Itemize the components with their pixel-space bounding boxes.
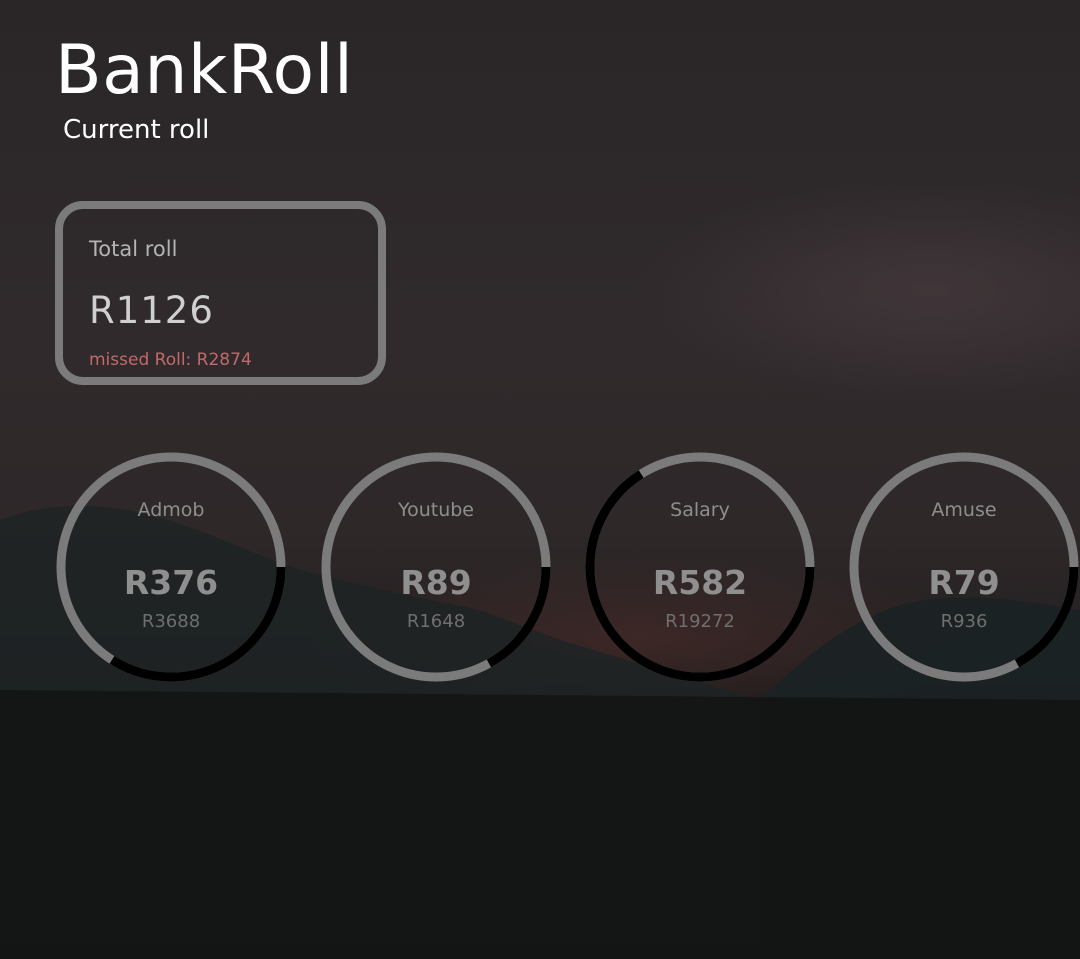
gauge-name: Amuse <box>931 499 997 521</box>
gauge-salary[interactable]: Salary R582 R19272 <box>584 451 816 683</box>
gauge-target: R936 <box>940 611 988 632</box>
gauge-target: R19272 <box>665 611 735 632</box>
gauge-target: R3688 <box>141 611 201 632</box>
gauge-value: R582 <box>652 563 748 602</box>
gauge-amuse[interactable]: Amuse R79 R936 <box>848 451 1080 683</box>
total-roll-card[interactable]: Total roll R1126 missed Roll: R2874 <box>55 201 386 385</box>
gauge-name: Salary <box>670 499 730 521</box>
missed-roll-text: missed Roll: R2874 <box>89 350 252 370</box>
gauge-youtube[interactable]: Youtube R89 R1648 <box>320 451 552 683</box>
page-subtitle: Current roll <box>63 115 210 145</box>
gauge-target: R1648 <box>406 611 466 632</box>
gauge-name: Admob <box>137 499 205 521</box>
total-roll-label: Total roll <box>89 237 178 261</box>
app-title: BankRoll <box>55 31 354 110</box>
gauge-value: R89 <box>400 563 472 602</box>
gauge-name: Youtube <box>398 499 474 521</box>
gauge-admob[interactable]: Admob R376 R3688 <box>55 451 287 683</box>
gauge-value: R376 <box>123 563 219 602</box>
gauge-value: R79 <box>928 563 1000 602</box>
total-roll-value: R1126 <box>89 289 214 332</box>
